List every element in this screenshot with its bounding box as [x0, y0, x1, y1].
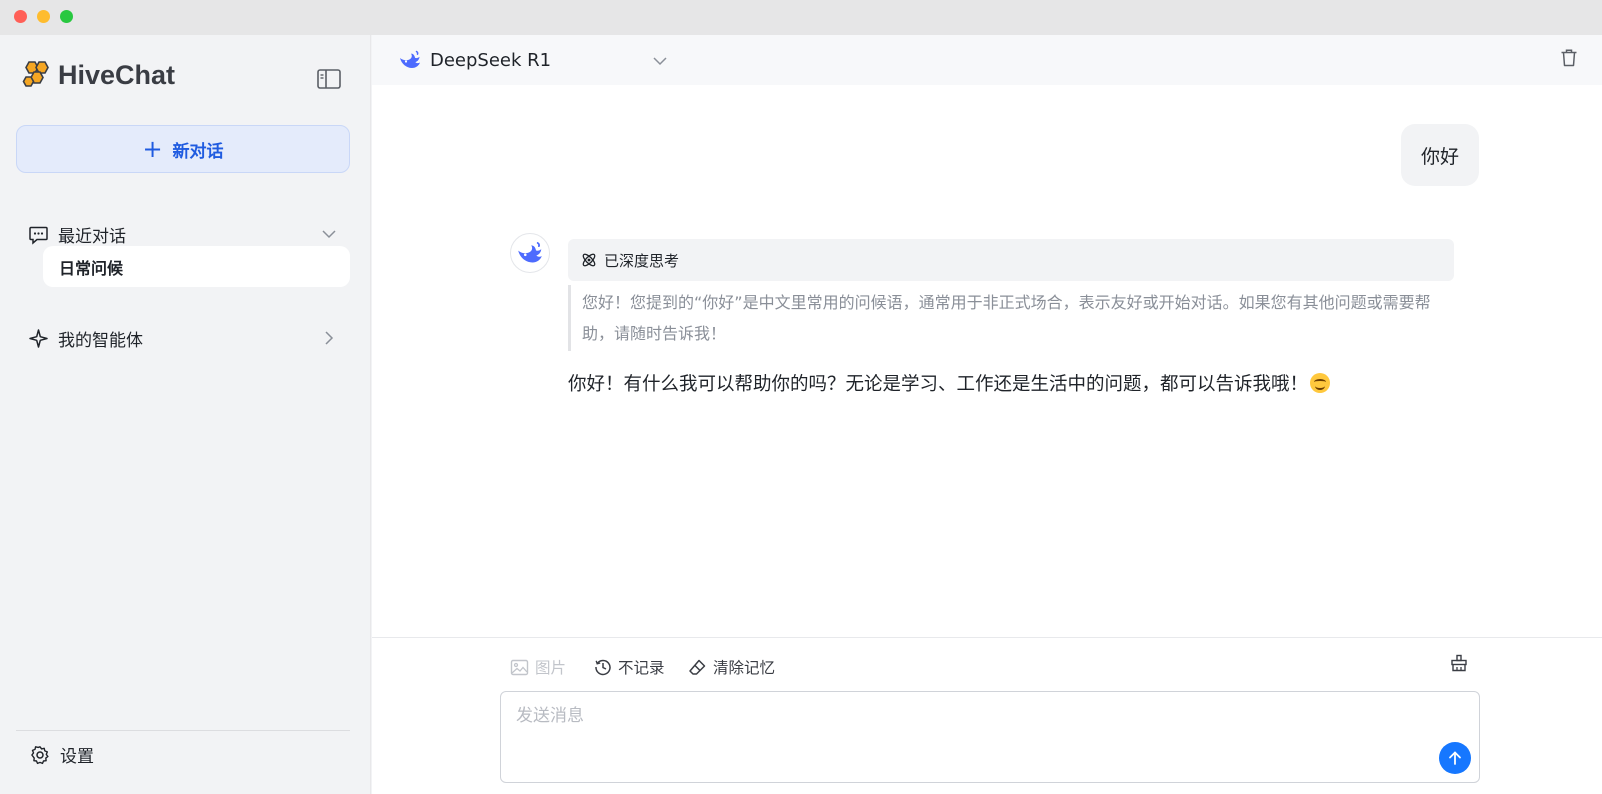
- conversation-item-active[interactable]: 日常问候: [43, 246, 350, 287]
- image-icon: [510, 659, 529, 675]
- trash-icon: [1561, 49, 1577, 67]
- atom-icon: [582, 253, 596, 267]
- sidebar-toggle-icon: [317, 69, 341, 89]
- deepseek-whale-icon: [400, 50, 420, 68]
- thinking-toggle[interactable]: 已深度思考: [568, 239, 1454, 281]
- new-chat-button[interactable]: + 新对话: [16, 125, 350, 173]
- thinking-content: 您好！您提到的“你好”是中文里常用的问候语，通常用于非正式场合，表示友好或开始对…: [568, 285, 1454, 351]
- sparkle-icon: [29, 328, 48, 348]
- user-message-bubble: 你好: [1400, 124, 1479, 186]
- no-record-button[interactable]: 不记录: [594, 654, 665, 680]
- gear-icon: [31, 745, 49, 764]
- smiling-face-emoji-icon: [1310, 373, 1331, 393]
- window-zoom-button[interactable]: [60, 10, 73, 23]
- window-titlebar: [0, 0, 1602, 35]
- delete-conversation-button[interactable]: [1560, 48, 1578, 72]
- new-chat-label: 新对话: [172, 141, 224, 162]
- sidebar: HiveChat + 新对话 最近对话 日常问候 我的智能体 设置: [0, 35, 371, 794]
- no-record-label: 不记录: [618, 659, 665, 677]
- clear-memory-label: 清除记忆: [713, 659, 776, 677]
- chat-header: DeepSeek R1: [372, 35, 1602, 85]
- honeycomb-logo-icon: [22, 61, 49, 87]
- settings-button[interactable]: 设置: [30, 742, 94, 767]
- eraser-icon: [689, 659, 706, 675]
- conversation-title: 日常问候: [59, 258, 124, 278]
- model-selector[interactable]: DeepSeek R1: [398, 45, 668, 75]
- arrow-up-icon: [1449, 751, 1461, 765]
- my-agents-label: 我的智能体: [58, 330, 143, 351]
- broom-icon: [1451, 654, 1467, 672]
- assistant-answer-text: 你好！有什么我可以帮助你的吗？无论是学习、工作还是生活中的问题，都可以告诉我哦！: [568, 374, 1309, 395]
- my-agents-link[interactable]: 我的智能体: [28, 321, 338, 355]
- history-icon: [595, 659, 611, 676]
- chevron-right-icon: [325, 331, 334, 345]
- sidebar-toggle-button[interactable]: [316, 68, 342, 90]
- clear-memory-button[interactable]: 清除记忆: [688, 654, 775, 680]
- settings-label: 设置: [60, 747, 94, 767]
- brand: HiveChat: [20, 59, 175, 91]
- chat-main: DeepSeek R1 你好 已深度思考 您好！您提到的“你好”是中文里常用的问…: [372, 35, 1602, 794]
- plus-icon: +: [142, 135, 163, 163]
- composer-divider: [372, 637, 1602, 638]
- sidebar-divider: [16, 730, 350, 731]
- window-close-button[interactable]: [14, 10, 27, 23]
- send-button[interactable]: [1439, 742, 1471, 774]
- recent-conversations-label: 最近对话: [58, 226, 126, 247]
- user-message-text: 你好: [1420, 145, 1459, 168]
- chevron-down-icon: [322, 230, 336, 239]
- message-composer: [500, 691, 1480, 783]
- chevron-down-icon: [653, 57, 667, 66]
- attach-image-button[interactable]: 图片: [510, 654, 566, 680]
- deepseek-whale-icon: [518, 242, 542, 263]
- model-name: DeepSeek R1: [430, 49, 552, 71]
- window-minimize-button[interactable]: [37, 10, 50, 23]
- clear-screen-button[interactable]: [1450, 654, 1468, 676]
- attach-image-label: 图片: [535, 659, 567, 677]
- assistant-avatar: [510, 233, 550, 273]
- message-input[interactable]: [501, 692, 1479, 782]
- chat-bubble-icon: [29, 226, 48, 245]
- assistant-answer: 你好！有什么我可以帮助你的吗？无论是学习、工作还是生活中的问题，都可以告诉我哦！: [568, 370, 1331, 400]
- brand-name: HiveChat: [58, 59, 176, 90]
- thinking-label: 已深度思考: [604, 251, 680, 270]
